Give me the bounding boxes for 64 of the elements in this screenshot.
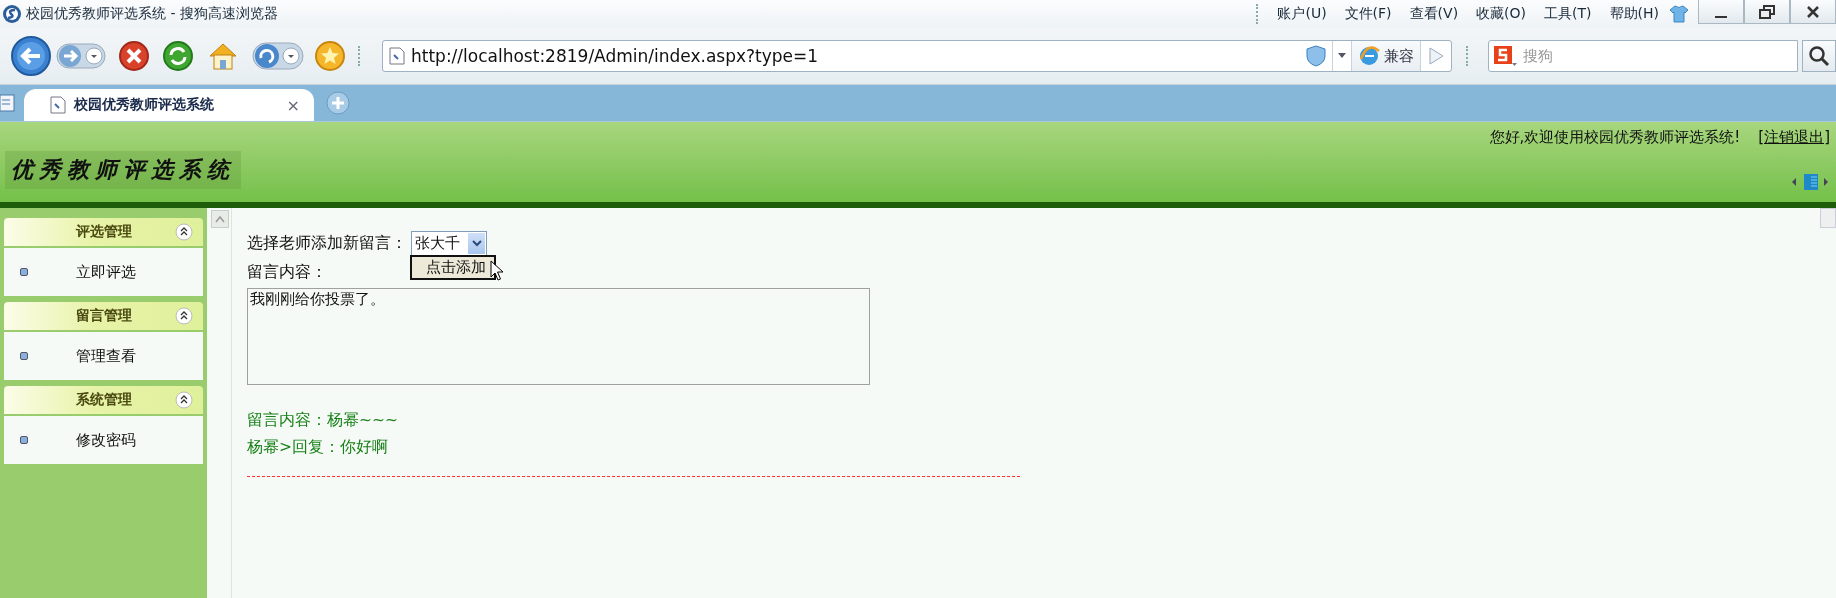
- teacher-select[interactable]: 张大千: [411, 231, 487, 256]
- stop-icon[interactable]: [118, 40, 150, 72]
- message-text: 杨幂>回复：你好啊: [247, 437, 389, 458]
- browser-tab[interactable]: 校园优秀教师评选系统 ×: [24, 89, 314, 121]
- play-icon: [1428, 47, 1444, 65]
- restore-button[interactable]: [1744, 0, 1790, 24]
- cursor-icon: [490, 260, 504, 282]
- logout-link[interactable]: [注销退出]: [1758, 128, 1830, 147]
- search-icon: [1808, 45, 1830, 67]
- back-icon[interactable]: [10, 35, 52, 77]
- refresh-icon[interactable]: [162, 40, 194, 72]
- browser-engine-icon: [1358, 45, 1380, 67]
- chevron-up-icon: [215, 215, 226, 223]
- browser-logo-icon: [2, 4, 22, 24]
- message-field[interactable]: 我刚刚给你投票了。: [247, 288, 870, 385]
- address-field[interactable]: http://localhost:2819/Admin/index.aspx?type=1 兼容: [382, 40, 1452, 72]
- bullet-icon: [20, 352, 28, 360]
- menu-item[interactable]: 查看(V): [1400, 5, 1468, 23]
- site-logo: 优秀教师评选系统: [5, 151, 241, 189]
- collapse-icon[interactable]: [175, 391, 194, 409]
- dropdown-button[interactable]: [468, 233, 485, 254]
- sidebar-toggle-icon[interactable]: [0, 93, 16, 113]
- page-icon: [50, 96, 66, 114]
- field-label: 留言内容：: [247, 262, 328, 283]
- menu-item[interactable]: 账户(U): [1268, 5, 1336, 23]
- minimize-icon: [1715, 15, 1727, 18]
- menu-item[interactable]: 收藏(O): [1467, 5, 1536, 23]
- menu-item[interactable]: 文件(F): [1335, 5, 1401, 23]
- page-icon: [389, 47, 405, 65]
- welcome-text: 您好,欢迎使用校园优秀教师评选系统!: [1489, 128, 1741, 147]
- panel-nav-icon[interactable]: [1790, 173, 1830, 191]
- sidebar-item[interactable]: 修改密码: [4, 416, 204, 464]
- shirt-icon[interactable]: [1668, 4, 1690, 24]
- collapse-button[interactable]: [211, 210, 230, 228]
- tab-close-button[interactable]: ×: [286, 95, 300, 115]
- chevron-down-icon: [471, 240, 482, 247]
- menu-section-header[interactable]: 评选管理: [4, 218, 204, 246]
- menu-item[interactable]: 工具(T): [1535, 5, 1601, 23]
- message-text: 留言内容：杨幂~~~: [247, 410, 399, 431]
- menu-item[interactable]: 帮助(H): [1600, 5, 1668, 23]
- undo-icon[interactable]: [252, 40, 304, 72]
- sidebar-item[interactable]: 立即评选: [4, 248, 204, 296]
- restore-icon: [1759, 4, 1775, 19]
- caret-icon: [1338, 53, 1346, 59]
- menu-section-header[interactable]: 留言管理: [4, 302, 204, 330]
- menu-section-header[interactable]: 系统管理: [4, 386, 204, 414]
- bullet-icon: [20, 268, 28, 276]
- collapse-icon[interactable]: [175, 307, 194, 325]
- bullet-icon: [20, 436, 28, 444]
- search-box[interactable]: 搜狗: [1488, 40, 1798, 72]
- sidebar-item[interactable]: 管理查看: [4, 332, 204, 380]
- close-button[interactable]: [1790, 0, 1836, 24]
- collapse-icon[interactable]: [175, 223, 194, 241]
- new-tab-icon[interactable]: [326, 91, 350, 115]
- window-title: 校园优秀教师评选系统 - 搜狗高速浏览器: [26, 5, 278, 23]
- minimize-button[interactable]: [1698, 0, 1744, 24]
- field-label: 选择老师添加新留言：: [247, 233, 407, 254]
- shield-icon: [1306, 45, 1326, 67]
- sogou-logo-icon: [1493, 45, 1517, 67]
- compat-button[interactable]: 兼容: [1351, 41, 1421, 71]
- search-field[interactable]: 搜狗: [1521, 46, 1705, 66]
- search-button[interactable]: [1802, 40, 1836, 72]
- close-icon: [1806, 4, 1820, 19]
- add-button[interactable]: 点击添加: [410, 255, 496, 280]
